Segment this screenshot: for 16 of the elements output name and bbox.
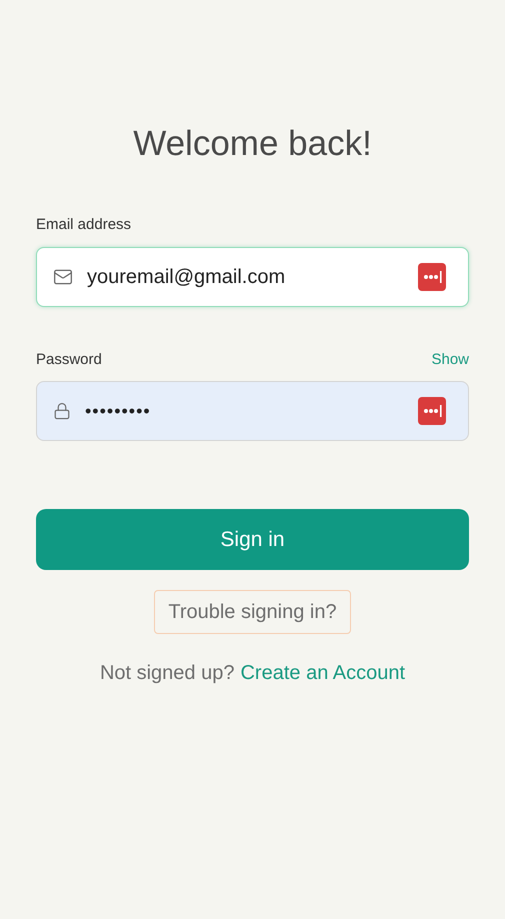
- lock-icon: [53, 402, 71, 420]
- email-field[interactable]: youremail@gmail.com: [36, 246, 469, 306]
- signup-prompt: Not signed up?: [100, 661, 234, 686]
- mail-icon: [53, 266, 73, 286]
- field-label: Email address: [36, 215, 132, 235]
- sign-in-button[interactable]: Sign in: [36, 509, 469, 570]
- password-manager-icon[interactable]: [418, 397, 446, 425]
- page-title: Welcome back!: [133, 123, 372, 165]
- show-password-link[interactable]: Show: [431, 348, 469, 371]
- field-label: Password: [36, 350, 102, 370]
- field-value: youremail@gmail.com: [87, 264, 286, 290]
- password-field[interactable]: •••••••••: [36, 381, 469, 441]
- trouble-signing-in-link[interactable]: Trouble signing in?: [154, 590, 351, 634]
- create-account-link[interactable]: Create an Account: [240, 658, 406, 688]
- password-manager-icon[interactable]: [418, 262, 446, 290]
- field-value: •••••••••: [85, 400, 151, 422]
